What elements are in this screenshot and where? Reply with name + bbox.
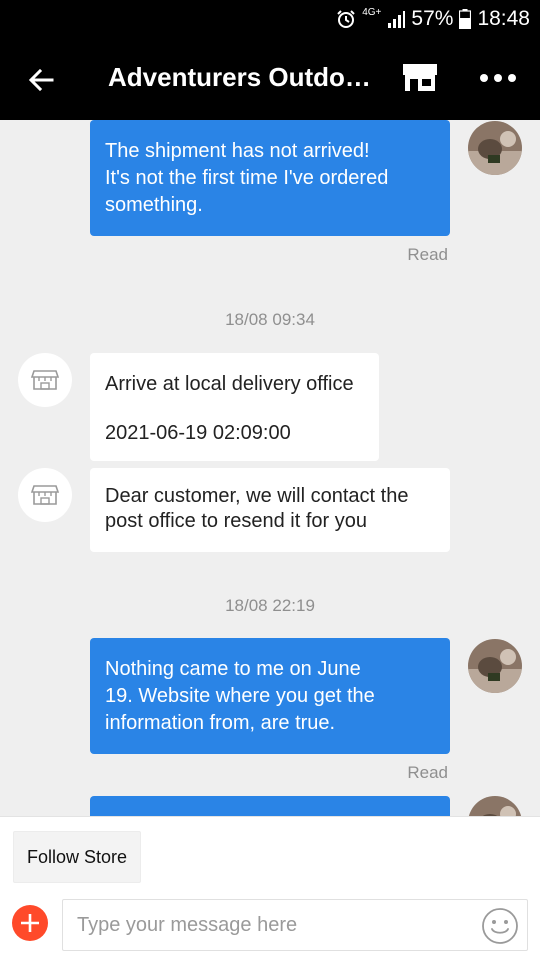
status-bar: 4G+ 57% 18:48 bbox=[0, 0, 540, 38]
store-message-bubble[interactable]: Dear customer, we will contact the post … bbox=[90, 468, 450, 552]
my-message-bubble[interactable] bbox=[90, 796, 450, 816]
battery-icon bbox=[459, 9, 472, 29]
read-status: Read bbox=[407, 763, 448, 782]
message-text: 2021-06-19 02:09:00 bbox=[105, 422, 291, 444]
user-avatar[interactable] bbox=[468, 639, 522, 693]
my-message-bubble[interactable]: Nothing came to me on June 19. Website w… bbox=[90, 638, 450, 754]
user-avatar[interactable] bbox=[468, 796, 522, 816]
store-icon bbox=[30, 485, 60, 505]
message-input-box[interactable] bbox=[62, 899, 528, 951]
battery-percent: 57% bbox=[411, 7, 454, 30]
more-icon bbox=[480, 74, 516, 82]
my-message-bubble[interactable]: The shipment has not arrived! It's not t… bbox=[90, 120, 450, 236]
network-type: 4G+ bbox=[362, 7, 382, 18]
store-button[interactable] bbox=[400, 58, 440, 98]
timestamp: 18/08 09:34 bbox=[225, 310, 315, 329]
message-text: post office to resend it for you bbox=[105, 510, 368, 532]
back-button[interactable] bbox=[22, 60, 62, 100]
read-status: Read bbox=[407, 245, 448, 264]
page-title: Adventurers Outdoo… bbox=[108, 62, 376, 92]
signal-icon bbox=[387, 10, 406, 28]
store-icon bbox=[30, 370, 60, 390]
clock-time: 18:48 bbox=[477, 7, 530, 30]
emoji-button[interactable] bbox=[481, 907, 519, 945]
user-avatar[interactable] bbox=[468, 121, 522, 175]
app-bar: Adventurers Outdoo… bbox=[0, 38, 540, 120]
alarm-icon bbox=[336, 9, 356, 29]
back-arrow-icon bbox=[28, 68, 54, 92]
message-text: Arrive at local delivery office bbox=[105, 373, 354, 395]
message-text: The shipment has not arrived! bbox=[105, 140, 370, 162]
timestamp: 18/08 22:19 bbox=[225, 596, 315, 615]
follow-store-button[interactable]: Follow Store bbox=[13, 831, 141, 883]
message-text: It's not the first time I've ordered bbox=[105, 167, 389, 189]
message-text: something. bbox=[105, 194, 203, 216]
composer: Follow Store bbox=[0, 816, 540, 960]
more-options-button[interactable] bbox=[476, 58, 520, 98]
store-icon bbox=[403, 64, 437, 91]
message-text: information from, are true. bbox=[105, 712, 336, 734]
message-text: 19. Website where you get the bbox=[105, 685, 375, 707]
chat-area[interactable]: The shipment has not arrived! It's not t… bbox=[0, 120, 540, 816]
message-text: Nothing came to me on June bbox=[105, 658, 361, 680]
message-input[interactable] bbox=[77, 900, 467, 950]
message-text: Dear customer, we will contact the bbox=[105, 485, 409, 507]
add-attachment-button[interactable] bbox=[12, 905, 48, 941]
store-avatar[interactable] bbox=[18, 468, 72, 522]
store-avatar[interactable] bbox=[18, 353, 72, 407]
emoji-icon bbox=[482, 908, 518, 944]
plus-icon bbox=[21, 914, 39, 932]
store-message-bubble[interactable]: Arrive at local delivery office 2021-06-… bbox=[90, 353, 379, 461]
status-icons: 4G+ 57% 18:48 bbox=[336, 6, 530, 32]
